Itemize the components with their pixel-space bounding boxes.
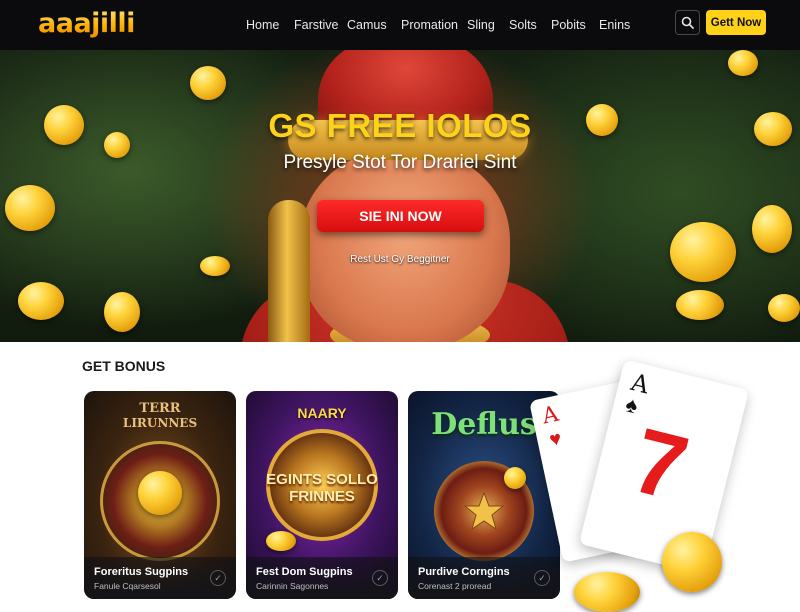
- nav-item-enins[interactable]: Enins: [599, 18, 639, 32]
- card-art-subtitle: EGINTS SOLLO FRINNES: [266, 471, 378, 505]
- nav-item-home[interactable]: Home: [246, 18, 294, 32]
- gold-coin-decoration: [504, 467, 526, 489]
- bonus-card[interactable]: TERR LIRUNNES Foreritus Sugpins Fanule C…: [84, 391, 236, 599]
- section-title-get-bonus: GET BONUS: [82, 358, 166, 374]
- nav-item-solts[interactable]: Solts: [509, 18, 551, 32]
- heart-icon: ♥: [547, 427, 564, 452]
- card-number: 7: [622, 409, 698, 521]
- card-art-title: TERR: [139, 401, 181, 416]
- gold-coin-decoration: [18, 282, 64, 320]
- card-art-subtitle: LIRUNNES: [122, 416, 198, 430]
- check-icon[interactable]: ✓: [534, 570, 550, 586]
- main-nav: Home Farstive Camus Promation Sling Solt…: [246, 0, 639, 50]
- spade-icon: ♠: [623, 391, 641, 419]
- gold-coin-decoration: [752, 205, 792, 253]
- gold-coin-decoration: [662, 532, 722, 592]
- hero-banner: GS FREE IOLOS Presyle Stot Tor Drariel S…: [0, 50, 800, 342]
- hero-character-face: [300, 150, 510, 342]
- nav-item-sling[interactable]: Sling: [467, 18, 509, 32]
- site-logo[interactable]: aaajilli: [38, 8, 135, 39]
- hero-title: GS FREE IOLOS: [268, 107, 532, 144]
- check-icon[interactable]: ✓: [372, 570, 388, 586]
- nav-item-farstive[interactable]: Farstive: [294, 18, 347, 32]
- gold-coin-decoration: [574, 572, 640, 612]
- search-button[interactable]: [675, 10, 700, 35]
- hero-character-staff: [268, 200, 310, 342]
- gold-coin-decoration: [138, 471, 182, 515]
- gold-coin-decoration: [266, 531, 296, 551]
- star-icon: [464, 491, 504, 531]
- nav-item-camus[interactable]: Camus: [347, 18, 401, 32]
- gold-coin-decoration: [190, 66, 226, 100]
- gold-coin-decoration: [5, 185, 55, 231]
- card-rank: A: [540, 401, 561, 430]
- hero-subtitle: Presyle Stot Tor Drariel Sint: [283, 152, 517, 173]
- gold-coin-decoration: [670, 222, 736, 282]
- card-subtitle: Fanule Cqarsesol: [94, 581, 161, 591]
- get-now-button[interactable]: Gett Now: [706, 10, 766, 35]
- hero-note: Rest Ust Gy Beggitner: [350, 254, 450, 265]
- gold-coin-decoration: [728, 50, 758, 76]
- bonus-card[interactable]: NAARY EGINTS SOLLO FRINNES Fest Dom Sugp…: [246, 391, 398, 599]
- gold-coin-decoration: [676, 290, 724, 320]
- nav-item-pobits[interactable]: Pobits: [551, 18, 599, 32]
- top-navigation-bar: aaajilli Home Farstive Camus Promation S…: [0, 0, 800, 50]
- card-art-title: NAARY: [297, 405, 347, 421]
- hero-cta-button[interactable]: SIE INI NOW: [317, 200, 484, 232]
- check-icon[interactable]: ✓: [210, 570, 226, 586]
- card-title: Purdive Corngins: [418, 566, 510, 578]
- nav-item-promation[interactable]: Promation: [401, 18, 467, 32]
- gold-coin-decoration: [104, 292, 140, 332]
- search-icon: [681, 16, 694, 29]
- gold-coin-decoration: [768, 294, 800, 322]
- card-subtitle: Corenast 2 proread: [418, 581, 492, 591]
- card-subtitle: Carinnin Sagonnes: [256, 581, 329, 591]
- card-title: Foreritus Sugpins: [94, 566, 189, 578]
- card-title: Fest Dom Sugpins: [256, 566, 353, 578]
